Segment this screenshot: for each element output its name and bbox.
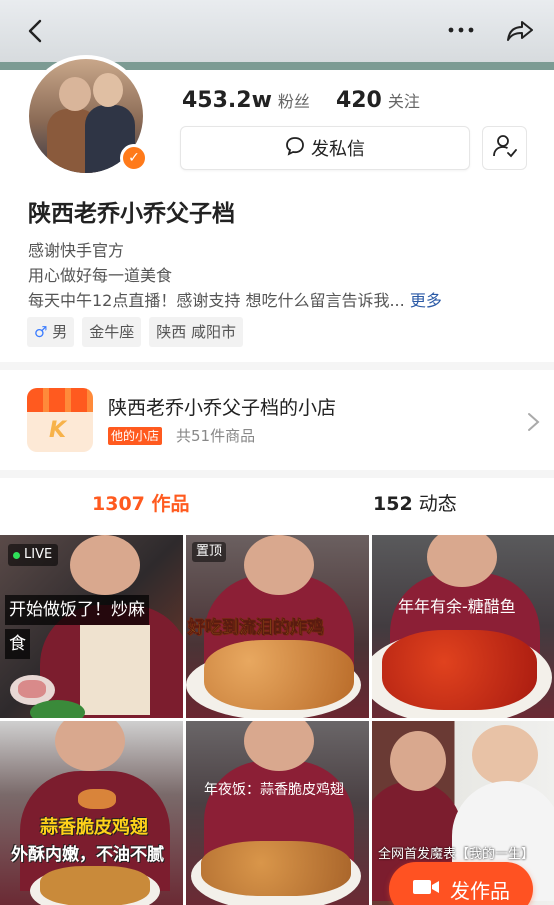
following-label[interactable]: 关注 xyxy=(388,88,420,112)
video-thumbnail[interactable]: 年年有余-糖醋鱼 xyxy=(372,535,554,718)
live-badge: LIVE xyxy=(8,544,59,566)
tab-moments[interactable]: 152 动态 xyxy=(373,484,457,528)
shop-icon-letter: K xyxy=(49,418,67,443)
chat-bubble-icon xyxy=(285,136,305,161)
video-grid: LIVE 开始做饭了！炒麻 食 置顶 好吃到流泪的炸鸡 年年有余-糖醋鱼 蒜香脆… xyxy=(0,535,554,905)
live-dot-icon xyxy=(13,551,20,559)
pinned-badge: 置顶 xyxy=(192,542,227,562)
gender-tag: ♂ 男 xyxy=(27,317,75,347)
bio-line-1: 感谢快手官方 xyxy=(28,241,125,260)
bio-more-link[interactable]: 更多 xyxy=(410,291,442,310)
shop-store-icon: K xyxy=(27,388,93,452)
bio-line-3: 每天中午12点直播！感谢支持 想吃什么留言告诉我... 更多 xyxy=(28,287,442,311)
share-icon[interactable] xyxy=(504,16,536,46)
send-message-label: 发私信 xyxy=(311,139,365,160)
shop-title: 陕西老乔小乔父子档的小店 xyxy=(108,397,337,419)
video-caption: 年夜饭：蒜香脆皮鸡翅 xyxy=(204,782,344,798)
video-caption: 食 xyxy=(5,629,30,659)
followers-label[interactable]: 粉丝 xyxy=(278,88,310,112)
back-arrow-icon[interactable] xyxy=(22,16,50,46)
post-video-label: 发作品 xyxy=(450,878,510,903)
video-thumbnail[interactable]: 年夜饭：蒜香脆皮鸡翅 xyxy=(186,721,369,905)
content-tabs: 1307 作品 152 动态 xyxy=(0,484,554,528)
bio-line-2: 用心做好每一道美食 xyxy=(28,266,173,285)
section-divider xyxy=(0,470,554,478)
video-camera-icon xyxy=(412,877,440,902)
follow-button[interactable] xyxy=(482,126,527,170)
video-caption: 全网首发魔表【我的一生】 xyxy=(378,847,535,862)
video-caption: 外酥内嫩，不油不腻 xyxy=(11,845,164,865)
tab-moments-count: 152 xyxy=(373,493,413,515)
shop-badge: 他的小店 xyxy=(108,427,163,445)
gender-label: 男 xyxy=(52,323,68,341)
tab-works-label: 作品 xyxy=(151,493,190,515)
following-count[interactable]: 420 xyxy=(336,88,382,113)
tab-works-count: 1307 xyxy=(92,493,145,515)
send-message-button[interactable]: 发私信 xyxy=(180,126,470,170)
video-thumbnail[interactable]: LIVE 开始做饭了！炒麻 食 xyxy=(0,535,183,718)
male-icon: ♂ xyxy=(34,323,48,341)
verified-check-icon: ✓ xyxy=(120,144,148,172)
tab-works[interactable]: 1307 作品 xyxy=(92,484,190,528)
video-caption: 好吃到流泪的炸鸡 xyxy=(188,618,325,639)
location-tag: 陕西 咸阳市 xyxy=(149,317,244,347)
tab-moments-label: 动态 xyxy=(418,493,457,515)
chevron-right-icon xyxy=(526,408,542,436)
profile-name: 陕西老乔小乔父子档 xyxy=(28,201,235,227)
video-caption: 开始做饭了！炒麻 xyxy=(5,595,149,625)
more-options-icon[interactable] xyxy=(446,18,476,42)
followers-count[interactable]: 453.2w xyxy=(182,88,272,113)
video-caption: 蒜香脆皮鸡翅 xyxy=(40,817,148,838)
profile-tags: ♂ 男 金牛座 陕西 咸阳市 xyxy=(27,317,244,347)
video-thumbnail[interactable]: 蒜香脆皮鸡翅 外酥内嫩，不油不腻 xyxy=(0,721,183,905)
video-caption: 年年有余-糖醋鱼 xyxy=(398,597,516,616)
post-video-button[interactable]: 发作品 xyxy=(389,862,533,905)
bio-line-3-text: 每天中午12点直播！感谢支持 想吃什么留言告诉我... xyxy=(28,291,405,310)
video-thumbnail[interactable]: 置顶 好吃到流泪的炸鸡 xyxy=(186,535,369,718)
top-bar xyxy=(0,0,554,62)
shop-item-count: 共51件商品 xyxy=(176,427,256,445)
profile-stats: 453.2w 粉丝 420 关注 xyxy=(182,88,440,122)
live-label: LIVE xyxy=(24,547,53,562)
section-divider xyxy=(0,362,554,370)
user-check-icon xyxy=(492,133,518,163)
zodiac-tag: 金牛座 xyxy=(82,317,142,347)
